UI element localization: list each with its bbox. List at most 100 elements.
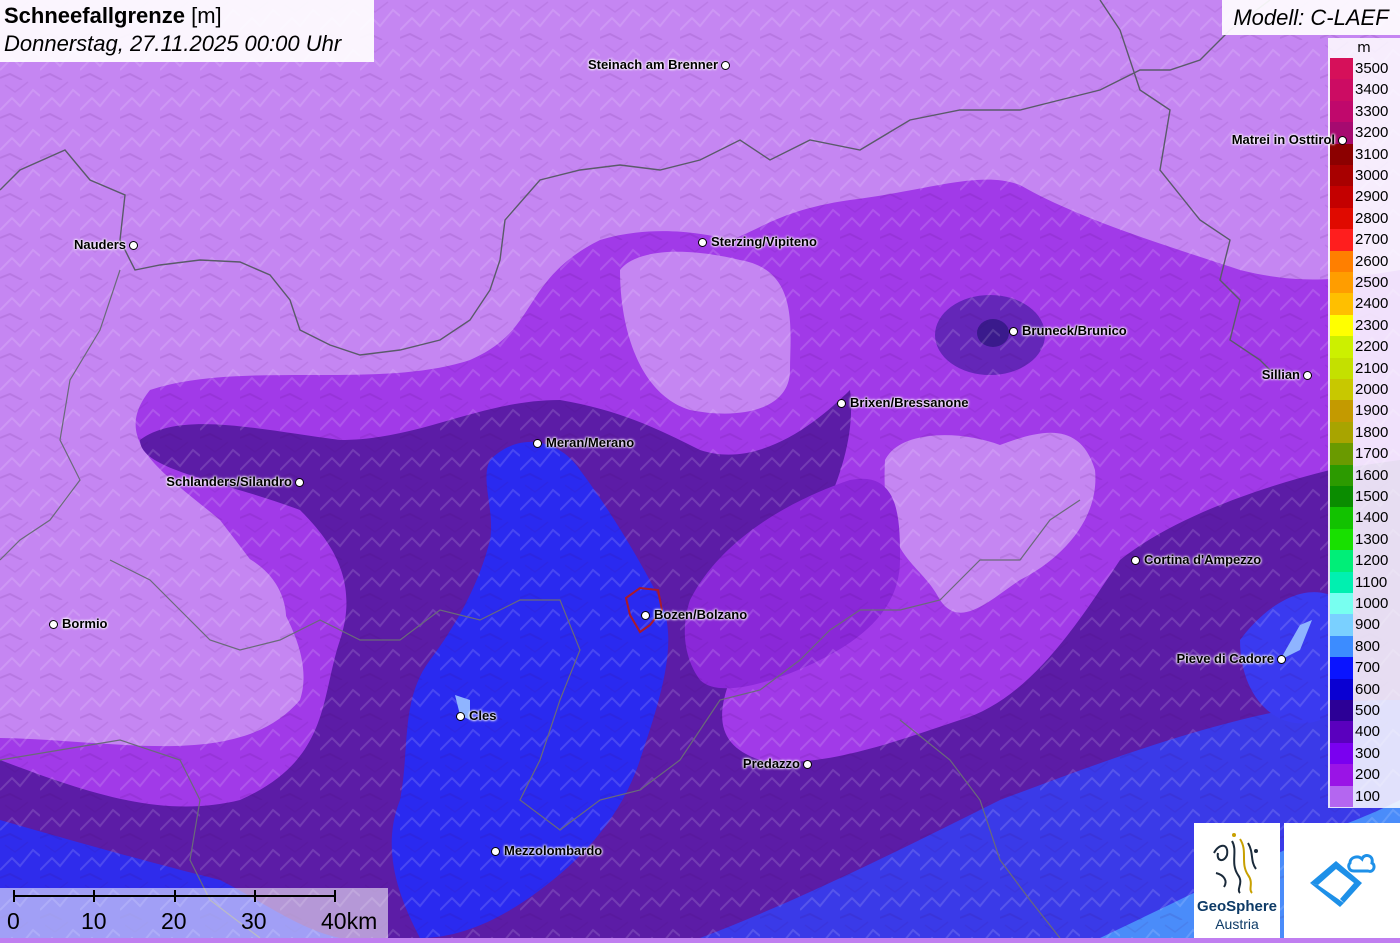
legend-row: 600	[1328, 678, 1400, 700]
city-dot-icon[interactable]	[1131, 556, 1140, 565]
legend-swatch	[1330, 250, 1353, 272]
city-dot-icon[interactable]	[1277, 655, 1286, 664]
legend-label: 1300	[1355, 530, 1389, 548]
legend-row: 2500	[1328, 272, 1400, 294]
legend-row: 700	[1328, 657, 1400, 679]
city-dot-icon[interactable]	[1338, 136, 1347, 145]
city-label[interactable]: Schlanders/Silandro	[166, 475, 292, 489]
city-label[interactable]: Bruneck/Brunico	[1022, 324, 1127, 338]
legend-swatch	[1330, 357, 1353, 379]
legend-swatch	[1330, 678, 1353, 700]
city-dot-icon[interactable]	[129, 241, 138, 250]
terrain-relief	[0, 0, 1400, 938]
geosphere-name: GeoSphere	[1196, 898, 1278, 915]
city-label[interactable]: Meran/Merano	[546, 436, 634, 450]
city-label[interactable]: Predazzo	[743, 757, 800, 771]
city-label[interactable]: Cles	[469, 709, 496, 723]
legend-label: 300	[1355, 744, 1381, 762]
geosphere-logo[interactable]: GeoSphere Austria	[1194, 823, 1280, 938]
legend-label: 600	[1355, 680, 1381, 698]
legend-label: 2000	[1355, 381, 1389, 398]
legend-row: 2000	[1328, 379, 1400, 401]
city-dot-icon[interactable]	[1009, 327, 1018, 336]
city-label[interactable]: Brixen/Bressanone	[850, 396, 969, 410]
legend-label: 3000	[1355, 167, 1389, 184]
legend-swatch	[1330, 700, 1353, 722]
legend-swatch	[1330, 207, 1353, 230]
weather-app-logo[interactable]	[1284, 823, 1400, 938]
legend-swatch	[1330, 742, 1353, 765]
city-dot-icon[interactable]	[456, 712, 465, 721]
city-label[interactable]: Mezzolombardo	[504, 844, 602, 858]
legend-row: 2300	[1328, 314, 1400, 337]
legend-label: 2400	[1355, 295, 1389, 313]
legend-label: 3200	[1355, 124, 1389, 142]
city-label[interactable]: Pieve di Cadore	[1176, 652, 1274, 666]
legend-label: 100	[1355, 787, 1381, 805]
city-dot-icon[interactable]	[533, 439, 542, 448]
legend-row: 300	[1328, 742, 1400, 765]
city-dot-icon[interactable]	[837, 399, 846, 408]
legend-label: 1800	[1355, 423, 1389, 441]
legend-swatch	[1330, 614, 1353, 636]
legend-swatch	[1330, 443, 1353, 465]
city-label[interactable]: Sterzing/Vipiteno	[711, 235, 817, 249]
legend-label: 1000	[1355, 595, 1389, 612]
legend-swatch	[1330, 379, 1353, 401]
city-dot-icon[interactable]	[295, 478, 304, 487]
legend-label: 2900	[1355, 188, 1389, 206]
legend-swatch	[1330, 100, 1353, 123]
legend-label: 700	[1355, 659, 1381, 677]
geosphere-sub: Austria	[1215, 916, 1259, 932]
legend-label: 2300	[1355, 316, 1389, 334]
city-label[interactable]: Steinach am Brenner	[588, 58, 718, 72]
city-dot-icon[interactable]	[491, 847, 500, 856]
title-unit: [m]	[191, 3, 222, 28]
city-dot-icon[interactable]	[721, 61, 730, 70]
legend-swatch	[1330, 58, 1353, 80]
legend-row: 1200	[1328, 550, 1400, 572]
city-dot-icon[interactable]	[49, 620, 58, 629]
legend-label: 2600	[1355, 252, 1389, 270]
legend-row: 3100	[1328, 143, 1400, 165]
snowfall-map[interactable]	[0, 0, 1400, 938]
legend-label: 2500	[1355, 274, 1389, 291]
forecast-date: Donnerstag, 27.11.2025 00:00 Uhr	[4, 31, 342, 56]
model-label: Modell: C-LAEF	[1222, 0, 1400, 35]
legend-row: 1600	[1328, 464, 1400, 486]
legend-row: 1500	[1328, 486, 1400, 508]
city-label[interactable]: Bozen/Bolzano	[654, 608, 747, 622]
title-panel: Schneefallgrenze [m] Donnerstag, 27.11.2…	[0, 0, 374, 62]
legend-label: 3400	[1355, 81, 1389, 99]
legend-row: 400	[1328, 721, 1400, 743]
legend-swatch	[1330, 400, 1353, 422]
city-dot-icon[interactable]	[641, 611, 650, 620]
color-legend: m 3500 3400 3300 3200 3100 3000 2900 2800 2700 26…	[1328, 38, 1400, 808]
city-label[interactable]: Cortina d'Ampezzo	[1144, 553, 1261, 567]
legend-swatch	[1330, 229, 1353, 251]
legend-label: 1400	[1355, 509, 1389, 527]
legend-swatch	[1330, 486, 1353, 508]
scale-bar: 0 10 20 30 40km	[0, 888, 388, 938]
scale-label: 30	[241, 908, 267, 934]
city-label[interactable]: Matrei in Osttirol	[1232, 133, 1335, 147]
legend-unit: m	[1357, 40, 1371, 56]
legend-row: 2800	[1328, 207, 1400, 230]
legend-label: 900	[1355, 616, 1381, 634]
title-text: Schneefallgrenze	[4, 3, 185, 28]
legend-row: 1800	[1328, 421, 1400, 444]
city-label[interactable]: Bormio	[62, 617, 108, 631]
legend-swatch	[1330, 528, 1353, 551]
legend-label: 800	[1355, 637, 1381, 655]
city-label[interactable]: Nauders	[74, 238, 126, 252]
legend-row: 2700	[1328, 229, 1400, 251]
city-dot-icon[interactable]	[803, 760, 812, 769]
city-label[interactable]: Sillian	[1262, 368, 1300, 382]
legend-label: 1700	[1355, 445, 1389, 463]
city-dot-icon[interactable]	[698, 238, 707, 247]
legend-row: 2900	[1328, 186, 1400, 208]
legend-swatch	[1330, 507, 1353, 529]
legend-swatch	[1330, 336, 1353, 358]
city-dot-icon[interactable]	[1303, 371, 1312, 380]
legend-swatch	[1330, 293, 1353, 315]
